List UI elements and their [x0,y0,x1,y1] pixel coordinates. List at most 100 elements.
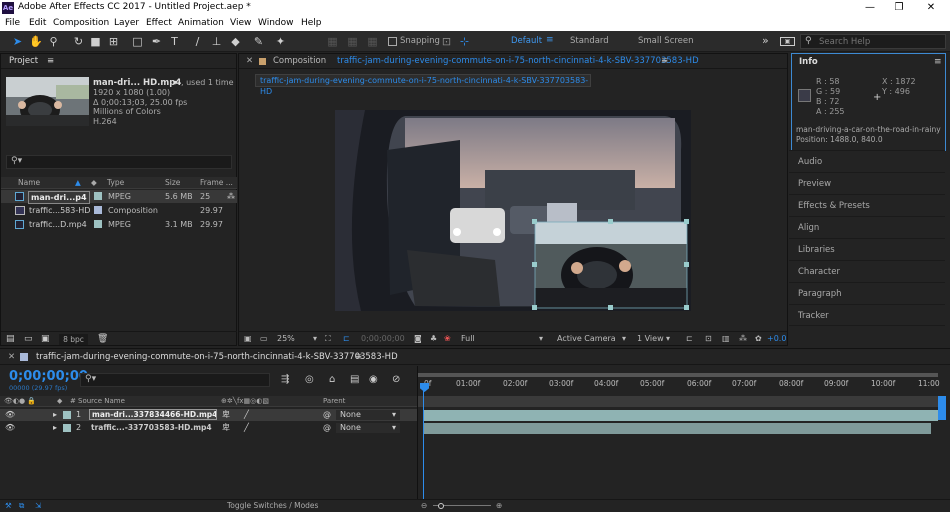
transparency-grid-icon[interactable]: ▥ [722,332,730,346]
more-workspaces-button[interactable]: » [762,34,769,47]
draft-3d-icon[interactable]: ◎ [305,374,314,385]
layer-name[interactable]: traffic...-337703583-HD.mp4 [91,422,212,434]
preview-panel-tab[interactable]: Preview [789,172,945,194]
time-ruler[interactable]: 0f 01:00f 02:00f 03:00f 04:00f 05:00f 06… [418,379,950,394]
video-visibility-icon[interactable]: 👁 [5,409,15,421]
work-area-bar[interactable] [418,373,938,377]
reset-exposure-icon[interactable]: ✿ [755,332,762,346]
project-item-row[interactable]: traffic...583-HD Composition 29.97 [1,204,237,217]
workspace-standard[interactable]: Standard [570,36,609,46]
close-panel-icon[interactable]: ✕ [246,54,253,69]
tracker-panel-tab[interactable]: Tracker [789,304,945,326]
parent-select[interactable]: None [336,410,400,420]
col-frame-rate[interactable]: Frame ... [200,177,233,189]
layer-number-icon[interactable]: # [70,396,76,407]
menu-effect[interactable]: Effect [146,18,172,28]
graph-editor-icon[interactable]: ⊘ [392,374,400,385]
fast-preview-icon[interactable]: ⊡ [705,332,712,346]
project-item-row[interactable]: man-dri...p4 MPEG 5.6 MB 25 ⁂ [1,190,237,204]
zoom-dropdown-icon[interactable]: ▾ [313,332,317,346]
libraries-panel-tab[interactable]: Libraries [789,238,945,260]
grid-icon[interactable]: ▦ [366,35,379,48]
camera-view[interactable]: Active Camera [557,332,616,346]
workspace-default[interactable]: Default [511,36,542,46]
monitor-icon[interactable]: ▭ [260,332,268,346]
menu-animation[interactable]: Animation [178,18,224,28]
view-layout[interactable]: 1 View [637,332,664,346]
info-panel-title[interactable]: Info [799,57,818,67]
region-of-interest-icon[interactable]: ⊏ [343,332,350,346]
channel-icon[interactable]: ❀ [444,332,451,346]
snap-grid-icon[interactable]: ⊹ [458,35,471,48]
zoom-level[interactable]: 25% [277,332,295,346]
interpret-footage-icon[interactable]: ▤ [6,334,15,344]
timeline-search-input[interactable] [105,375,265,385]
timeline-menu-icon[interactable]: ≡ [355,349,362,365]
in-out-icon[interactable]: ⇲ [35,500,41,512]
zoom-out-icon[interactable]: ⊖ [421,500,427,512]
align-icon[interactable]: ▦ [326,35,339,48]
expand-arrow-icon[interactable]: ▸ [53,409,57,421]
eraser-tool-icon[interactable]: ◆ [229,35,242,48]
layer-name[interactable]: man-dri...337834466-HD.mp4 [89,409,217,420]
quality-switch-icon[interactable]: ╱ [244,409,249,421]
project-panel-title[interactable]: Project [9,56,38,66]
always-preview-icon[interactable]: ▣ [244,332,252,346]
align-panel-tab[interactable]: Align [789,216,945,238]
paragraph-panel-tab[interactable]: Paragraph [789,282,945,304]
rectangle-tool-icon[interactable]: □ [131,35,144,48]
label-color-chip[interactable] [94,192,102,200]
transfer-controls-icon[interactable]: ⧉ [19,500,24,512]
col-name[interactable]: Name [18,177,40,189]
pan-behind-tool-icon[interactable]: ⊞ [107,35,120,48]
layer-row[interactable]: 👁 ▸ 2 traffic...-337703583-HD.mp4 卑 ╱ @ … [0,422,417,434]
lock-icon[interactable] [259,58,266,65]
close-button[interactable]: ✕ [916,0,946,16]
type-tool-icon[interactable]: T [168,35,181,48]
project-search-box[interactable]: ⚲▾ [6,155,232,169]
parent-dropdown-icon[interactable]: ▾ [392,409,396,421]
brush-tool-icon[interactable]: ∕ [191,35,204,48]
resolution-dropdown-icon[interactable]: ▾ [539,332,543,346]
parent-pickwhip-icon[interactable]: @ [323,409,331,421]
menu-composition[interactable]: Composition [53,18,109,28]
fit-icon[interactable]: ⛶ [325,332,331,346]
show-snapshot-icon[interactable]: ♣ [430,332,437,346]
col-parent[interactable]: Parent [323,396,345,407]
close-timeline-icon[interactable]: ✕ [8,349,15,365]
zoom-slider-handle[interactable] [438,503,444,509]
zoom-tool-icon[interactable]: ⚲ [47,35,60,48]
sync-settings-icon[interactable]: ▣ [780,37,795,46]
menu-edit[interactable]: Edit [29,18,46,28]
delete-icon[interactable]: 🗑 [97,334,108,344]
rotate-tool-icon[interactable]: ↻ [72,35,85,48]
hand-tool-icon[interactable]: ✋ [29,35,43,48]
work-area-end-handle[interactable] [938,396,946,420]
effects-presets-panel-tab[interactable]: Effects & Presets [789,194,945,216]
sort-asc-icon[interactable]: ▲ [75,177,81,189]
info-panel-menu-icon[interactable]: ≡ [934,57,942,67]
minimize-button[interactable]: — [855,0,885,16]
col-type[interactable]: Type [107,177,124,189]
label-icon[interactable]: ◆ [57,396,62,407]
label-color-chip[interactable] [94,206,102,214]
clone-stamp-tool-icon[interactable]: ⊥ [210,35,223,48]
camera-tool-icon[interactable]: ■ [89,35,102,48]
av-features-icon[interactable]: 👁◐● 🔒 [4,396,36,407]
video-visibility-icon[interactable]: 👁 [5,422,15,434]
frame-blending-icon[interactable]: ▤ [350,374,359,385]
flowchart-view-icon[interactable]: ⁂ [739,332,747,346]
layer-label-chip[interactable] [63,411,71,419]
shy-layers-icon[interactable]: ⌂ [329,374,335,385]
footage-dropdown-icon[interactable]: ▾ [173,78,177,87]
parent-pickwhip-icon[interactable]: @ [323,422,331,434]
camera-dropdown-icon[interactable]: ▾ [622,332,626,346]
layer-switches-icon[interactable]: ⚒ [5,500,12,512]
col-source-name[interactable]: Source Name [78,396,125,407]
shy-switch-icon[interactable]: 卑 [222,422,230,434]
timeline-search-box[interactable]: ⚲▾ [80,373,270,387]
snapshot-camera-icon[interactable]: ◙ [414,332,422,346]
composition-name[interactable]: traffic-jam-during-evening-commute-on-i-… [337,54,699,69]
distribute-icon[interactable]: ▦ [346,35,359,48]
resolution[interactable]: Full [461,332,475,346]
